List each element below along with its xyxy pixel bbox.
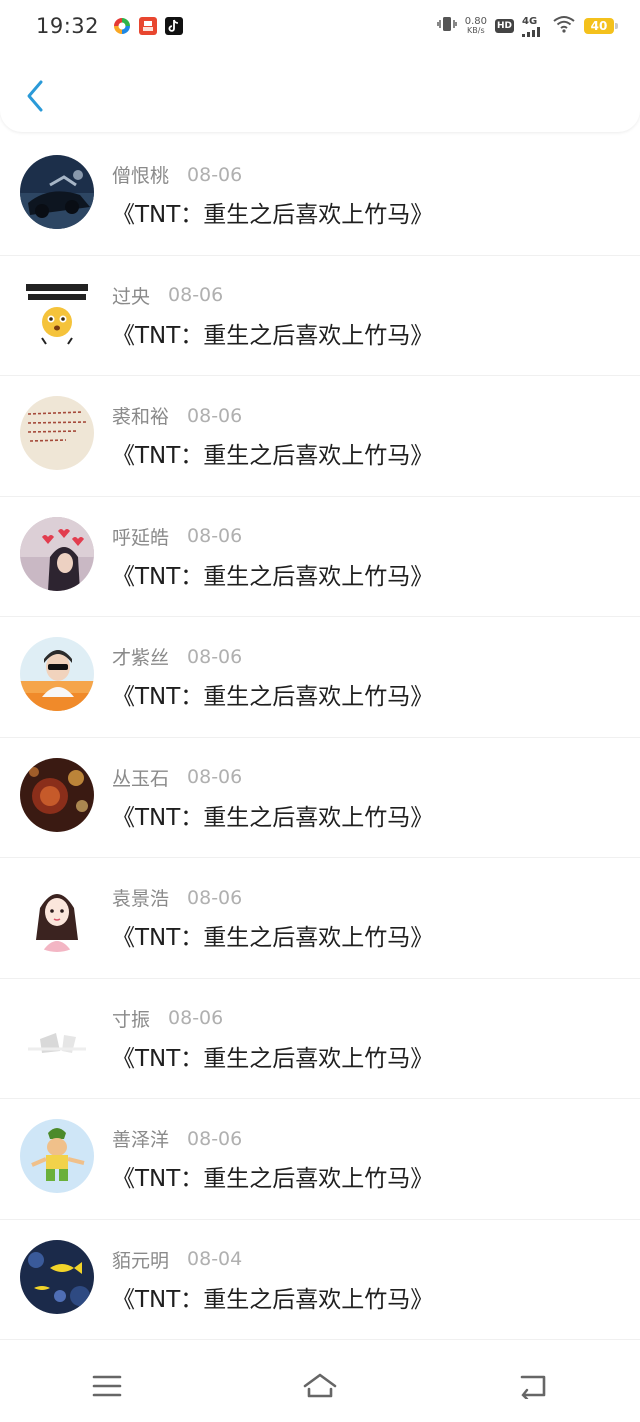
list-item[interactable]: 才紫丝 08-06 《TNT：重生之后喜欢上竹马》 [0, 617, 640, 738]
sender-name: 裘和裕 [112, 406, 170, 428]
app-screen: 19:32 0.80 KB/s HD 4G 40 僧恨桃 08-06 《TNT：… [0, 0, 640, 1422]
sender-name: 貊元明 [112, 1249, 170, 1272]
back-nav-button[interactable] [493, 1356, 573, 1416]
name-line: 僧恨桃 08-06 [112, 161, 242, 188]
avatar[interactable] [20, 155, 94, 229]
avatar[interactable] [20, 637, 94, 711]
avatar[interactable] [20, 878, 94, 952]
message-text: 《TNT：重生之后喜欢上竹马》 [112, 443, 434, 469]
message-date: 08-06 [187, 766, 243, 788]
message-list: 僧恨桃 08-06 《TNT：重生之后喜欢上竹马》 过央 08-06 《TNT：… [0, 135, 640, 1340]
message-text: 《TNT：重生之后喜欢上竹马》 [112, 563, 434, 590]
message-date: 08-06 [168, 284, 224, 306]
list-item[interactable]: 寸振 08-06 《TNT：重生之后喜欢上竹马》 [0, 979, 640, 1099]
sender-name: 袁景浩 [112, 888, 170, 910]
status-bar: 19:32 0.80 KB/s HD 4G 40 [0, 0, 640, 52]
message-text: 《TNT：重生之后喜欢上竹马》 [112, 202, 434, 228]
message-text: 《TNT：重生之后喜欢上竹马》 [112, 1286, 434, 1313]
speed-unit: KB/s [467, 26, 485, 35]
message-text: 《TNT：重生之后喜欢上竹马》 [112, 684, 434, 710]
message-date: 08-06 [187, 645, 243, 668]
status-app-icons [113, 17, 184, 35]
list-item[interactable]: 呼延皓 08-06 《TNT：重生之后喜欢上竹马》 [0, 497, 640, 617]
red-app-icon [139, 17, 158, 35]
back-icon [521, 1375, 546, 1399]
avatar[interactable] [20, 396, 94, 470]
360-browser-icon [113, 17, 131, 35]
sender-name: 善泽洋 [112, 1129, 170, 1151]
name-line: 呼延皓 08-06 [112, 523, 242, 550]
sender-name: 丛玉石 [112, 767, 170, 790]
system-nav-bar [0, 1350, 640, 1422]
list-item[interactable]: 善泽洋 08-06 《TNT：重生之后喜欢上竹马》 [0, 1099, 640, 1220]
speed-value: 0.80 [464, 16, 487, 27]
battery-indicator: 40 [584, 18, 618, 34]
message-date: 08-06 [187, 1127, 243, 1150]
sender-name: 过央 [112, 285, 151, 308]
chevron-left-icon [27, 80, 43, 112]
message-text: 《TNT：重生之后喜欢上竹马》 [112, 1045, 434, 1072]
home-icon [303, 1373, 337, 1398]
cell-signal: 4G [522, 16, 544, 37]
message-date: 08-04 [187, 1248, 243, 1270]
vibrate-icon [437, 15, 457, 37]
message-text: 《TNT：重生之后喜欢上竹马》 [112, 1166, 434, 1192]
message-date: 08-06 [187, 404, 243, 427]
name-line: 袁景浩 08-06 [112, 884, 242, 911]
message-date: 08-06 [187, 525, 243, 547]
name-line: 善泽洋 08-06 [112, 1125, 242, 1152]
list-item[interactable]: 过央 08-06 《TNT：重生之后喜欢上竹马》 [0, 256, 640, 376]
message-text: 《TNT：重生之后喜欢上竹马》 [112, 322, 434, 349]
list-item[interactable]: 貊元明 08-04 《TNT：重生之后喜欢上竹马》 [0, 1220, 640, 1340]
tiktok-icon [165, 17, 184, 35]
message-date: 08-06 [187, 886, 243, 909]
avatar[interactable] [20, 757, 94, 832]
status-time: 19:32 [36, 14, 100, 38]
message-text: 《TNT：重生之后喜欢上竹马》 [112, 925, 434, 951]
name-line: 寸振 08-06 [112, 1005, 223, 1032]
name-line: 丛玉石 08-06 [112, 764, 242, 791]
back-button[interactable] [18, 76, 52, 116]
sender-name: 僧恨桃 [112, 165, 170, 187]
menu-icon [92, 1375, 121, 1397]
home-button[interactable] [280, 1356, 360, 1416]
message-date: 08-06 [168, 1007, 224, 1029]
name-line: 貊元明 08-04 [112, 1246, 242, 1273]
name-line: 裘和裕 08-06 [112, 402, 242, 429]
avatar[interactable] [20, 998, 94, 1073]
avatar[interactable] [20, 1239, 94, 1314]
wifi-icon [552, 15, 576, 37]
hd-badge: HD [494, 19, 514, 33]
name-line: 过央 08-06 [112, 282, 223, 309]
avatar[interactable] [20, 1119, 94, 1193]
signal-bars-icon [522, 26, 540, 37]
sender-name: 寸振 [112, 1008, 151, 1031]
list-item[interactable]: 袁景浩 08-06 《TNT：重生之后喜欢上竹马》 [0, 858, 640, 979]
network-type: 4G [522, 15, 538, 27]
message-text: 《TNT：重生之后喜欢上竹马》 [112, 804, 434, 831]
sender-name: 才紫丝 [112, 647, 170, 669]
list-item[interactable]: 僧恨桃 08-06 《TNT：重生之后喜欢上竹马》 [0, 135, 640, 256]
network-speed: 0.80 KB/s [464, 16, 487, 36]
avatar[interactable] [20, 516, 94, 591]
avatar[interactable] [20, 275, 94, 350]
status-indicators: 0.80 KB/s HD 4G 40 [437, 15, 618, 37]
sender-name: 呼延皓 [112, 526, 170, 549]
top-header: 19:32 0.80 KB/s HD 4G 40 [0, 0, 640, 132]
name-line: 才紫丝 08-06 [112, 643, 242, 670]
list-item[interactable]: 裘和裕 08-06 《TNT：重生之后喜欢上竹马》 [0, 376, 640, 497]
message-date: 08-06 [187, 163, 243, 186]
list-item[interactable]: 丛玉石 08-06 《TNT：重生之后喜欢上竹马》 [0, 738, 640, 858]
menu-button[interactable] [67, 1356, 147, 1416]
